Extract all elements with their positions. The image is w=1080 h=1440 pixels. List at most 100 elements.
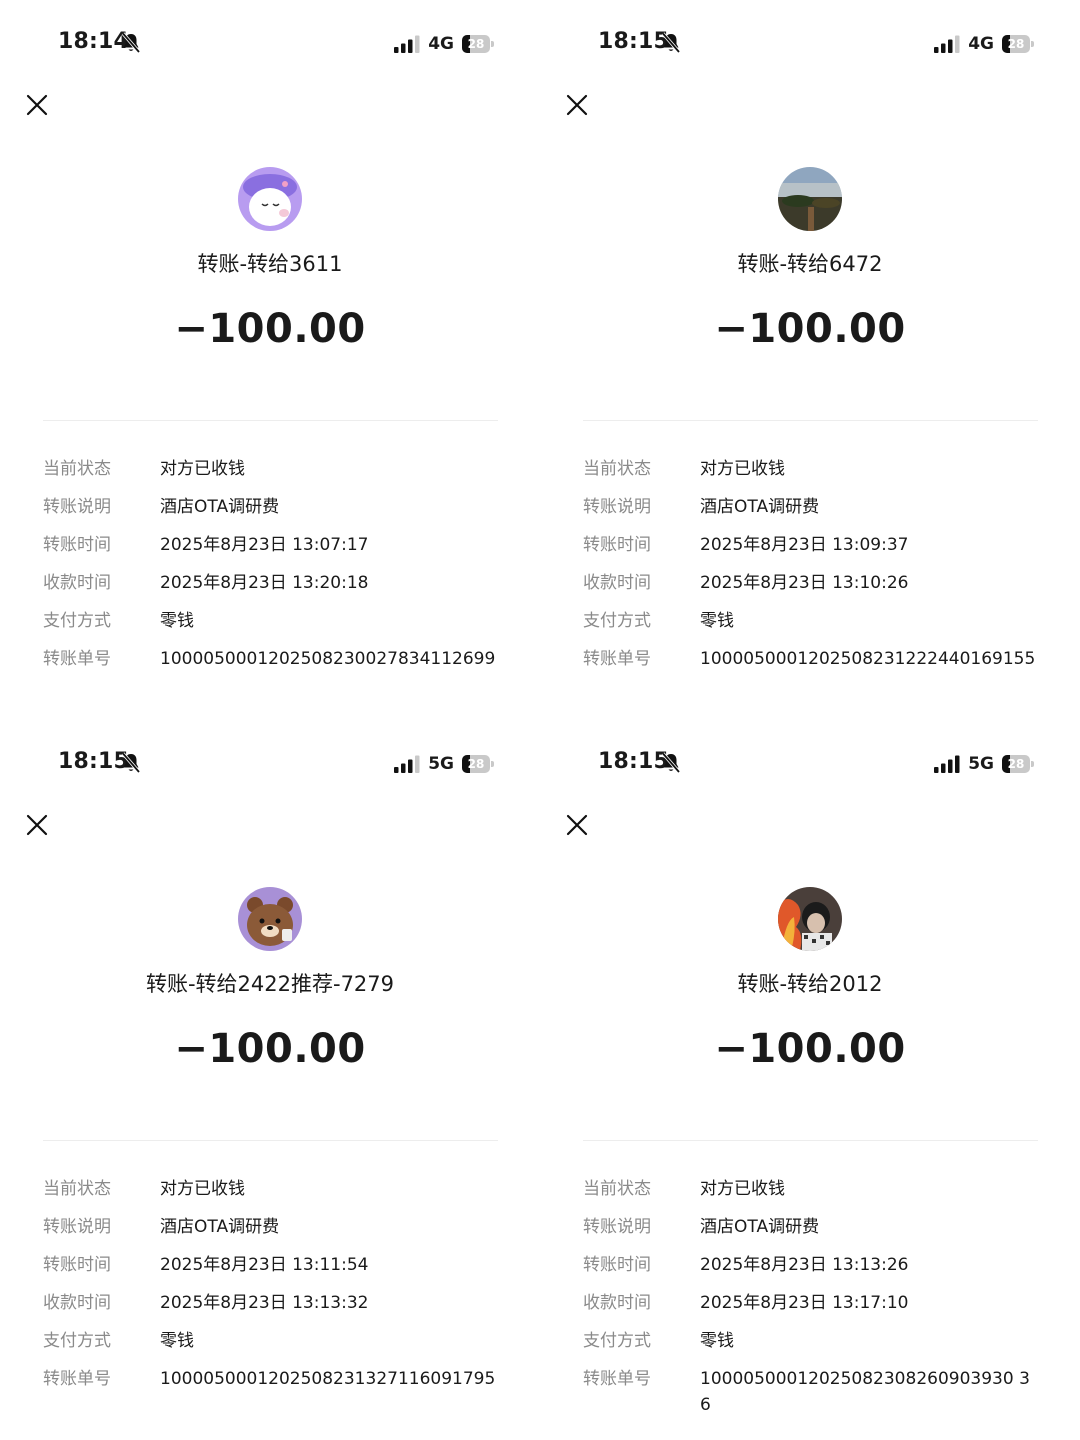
detail-row-pay-method: 支付方式 零钱 [43, 608, 513, 634]
status-bar: 18:14 4G 28 [0, 22, 540, 66]
transfer-detail-panel: 18:15 5G 28 [0, 720, 540, 1440]
pay-method-value: 零钱 [160, 611, 194, 631]
avatar [778, 167, 842, 231]
detail-row-pay-method: 支付方式 零钱 [583, 1328, 1053, 1354]
cellular-signal-icon [394, 755, 420, 773]
divider [43, 420, 498, 421]
battery-level: 28 [1007, 37, 1025, 51]
order-no-label: 转账单号 [583, 649, 651, 669]
status-bar: 18:15 4G 28 [540, 22, 1080, 66]
cellular-signal-icon [394, 35, 420, 53]
remark-value: 酒店OTA调研费 [160, 497, 280, 517]
transfer-details: 当前状态 对方已收钱 转账说明 酒店OTA调研费 转账时间 2025年8月23日… [583, 1176, 1053, 1430]
transfer-details: 当前状态 对方已收钱 转账说明 酒店OTA调研费 转账时间 2025年8月23日… [583, 456, 1053, 684]
battery-icon: 28 [462, 35, 494, 53]
transfer-amount: −100.00 [714, 1026, 906, 1072]
status-value: 对方已收钱 [160, 459, 245, 479]
order-no-value[interactable]: 10000500012025082308260903930 36 [700, 1366, 1040, 1418]
pay-method-value: 零钱 [700, 611, 734, 631]
detail-row-remark: 转账说明 酒店OTA调研费 [43, 494, 513, 520]
detail-row-transfer-time: 转账时间 2025年8月23日 13:13:26 [583, 1252, 1053, 1278]
divider [583, 1140, 1038, 1141]
transfer-time-label: 转账时间 [43, 535, 111, 555]
screenshot-grid: 18:14 4G 28 转账-转给3611 −100.00 当前状态 对方已收钱… [0, 0, 1080, 1440]
detail-row-order-no: 转账单号 1000050001202508231222440169155 [583, 646, 1053, 672]
order-no-value[interactable]: 1000050001202508231327116091795 [160, 1366, 500, 1392]
status-value: 对方已收钱 [160, 1179, 245, 1199]
remark-value: 酒店OTA调研费 [700, 1217, 820, 1237]
transfer-title: 转账-转给2012 [737, 972, 883, 996]
battery-icon: 28 [462, 755, 494, 773]
transfer-amount: −100.00 [174, 306, 366, 352]
transfer-detail-panel: 18:15 4G 28 转账-转给6472 −100.00 当前状态 对方已收钱… [540, 0, 1080, 720]
network-type: 4G [428, 34, 454, 54]
close-icon[interactable] [565, 813, 589, 837]
remark-value: 酒店OTA调研费 [700, 497, 820, 517]
transfer-details: 当前状态 对方已收钱 转账说明 酒店OTA调研费 转账时间 2025年8月23日… [43, 456, 513, 684]
remark-label: 转账说明 [43, 497, 111, 517]
receive-time-label: 收款时间 [583, 573, 651, 593]
status-label: 当前状态 [583, 1179, 651, 1199]
close-icon[interactable] [25, 93, 49, 117]
transfer-amount: −100.00 [174, 1026, 366, 1072]
transfer-amount: −100.00 [714, 306, 906, 352]
detail-row-receive-time: 收款时间 2025年8月23日 13:20:18 [43, 570, 513, 596]
receive-time-label: 收款时间 [43, 1293, 111, 1313]
battery-level: 28 [467, 37, 485, 51]
divider [583, 420, 1038, 421]
bell-slash-icon [121, 32, 141, 54]
receive-time-value: 2025年8月23日 13:13:32 [160, 1293, 369, 1313]
status-time: 18:15 [58, 749, 130, 774]
detail-row-order-no: 转账单号 10000500012025082308260903930 36 [583, 1366, 1053, 1418]
bell-slash-icon [661, 32, 681, 54]
remark-label: 转账说明 [583, 1217, 651, 1237]
receive-time-value: 2025年8月23日 13:20:18 [160, 573, 369, 593]
close-icon[interactable] [25, 813, 49, 837]
pay-method-label: 支付方式 [43, 611, 111, 631]
pay-method-value: 零钱 [160, 1331, 194, 1351]
transfer-detail-panel: 18:15 5G 28 [540, 720, 1080, 1440]
status-time: 18:14 [58, 29, 130, 54]
receive-time-value: 2025年8月23日 13:10:26 [700, 573, 909, 593]
status-label: 当前状态 [43, 1179, 111, 1199]
transfer-time-value: 2025年8月23日 13:09:37 [700, 535, 909, 555]
avatar [238, 887, 302, 951]
status-value: 对方已收钱 [700, 459, 785, 479]
detail-row-pay-method: 支付方式 零钱 [43, 1328, 513, 1354]
transfer-details: 当前状态 对方已收钱 转账说明 酒店OTA调研费 转账时间 2025年8月23日… [43, 1176, 513, 1404]
detail-row-status: 当前状态 对方已收钱 [43, 456, 513, 482]
pay-method-label: 支付方式 [583, 611, 651, 631]
detail-row-transfer-time: 转账时间 2025年8月23日 13:07:17 [43, 532, 513, 558]
order-no-value[interactable]: 1000050001202508231222440169155 [700, 646, 1040, 672]
detail-row-pay-method: 支付方式 零钱 [583, 608, 1053, 634]
network-type: 5G [428, 754, 454, 774]
avatar [238, 167, 302, 231]
status-label: 当前状态 [583, 459, 651, 479]
bell-slash-icon [121, 752, 141, 774]
transfer-time-label: 转账时间 [583, 535, 651, 555]
detail-row-status: 当前状态 对方已收钱 [583, 456, 1053, 482]
battery-level: 28 [1007, 757, 1025, 771]
cellular-signal-icon [934, 755, 960, 773]
detail-row-status: 当前状态 对方已收钱 [583, 1176, 1053, 1202]
transfer-time-label: 转账时间 [43, 1255, 111, 1275]
detail-row-receive-time: 收款时间 2025年8月23日 13:10:26 [583, 570, 1053, 596]
pay-method-label: 支付方式 [583, 1331, 651, 1351]
receive-time-label: 收款时间 [583, 1293, 651, 1313]
detail-row-transfer-time: 转账时间 2025年8月23日 13:09:37 [583, 532, 1053, 558]
transfer-title: 转账-转给2422推荐-7279 [145, 972, 395, 996]
cellular-signal-icon [934, 35, 960, 53]
transfer-time-value: 2025年8月23日 13:07:17 [160, 535, 369, 555]
detail-row-status: 当前状态 对方已收钱 [43, 1176, 513, 1202]
close-icon[interactable] [565, 93, 589, 117]
status-bar: 18:15 5G 28 [0, 742, 540, 786]
transfer-time-value: 2025年8月23日 13:13:26 [700, 1255, 909, 1275]
remark-value: 酒店OTA调研费 [160, 1217, 280, 1237]
receive-time-value: 2025年8月23日 13:17:10 [700, 1293, 909, 1313]
network-type: 4G [968, 34, 994, 54]
order-no-value[interactable]: 1000050001202508230027834112699 [160, 646, 500, 672]
network-type: 5G [968, 754, 994, 774]
status-label: 当前状态 [43, 459, 111, 479]
transfer-title: 转账-转给6472 [737, 252, 883, 276]
detail-row-remark: 转账说明 酒店OTA调研费 [43, 1214, 513, 1240]
